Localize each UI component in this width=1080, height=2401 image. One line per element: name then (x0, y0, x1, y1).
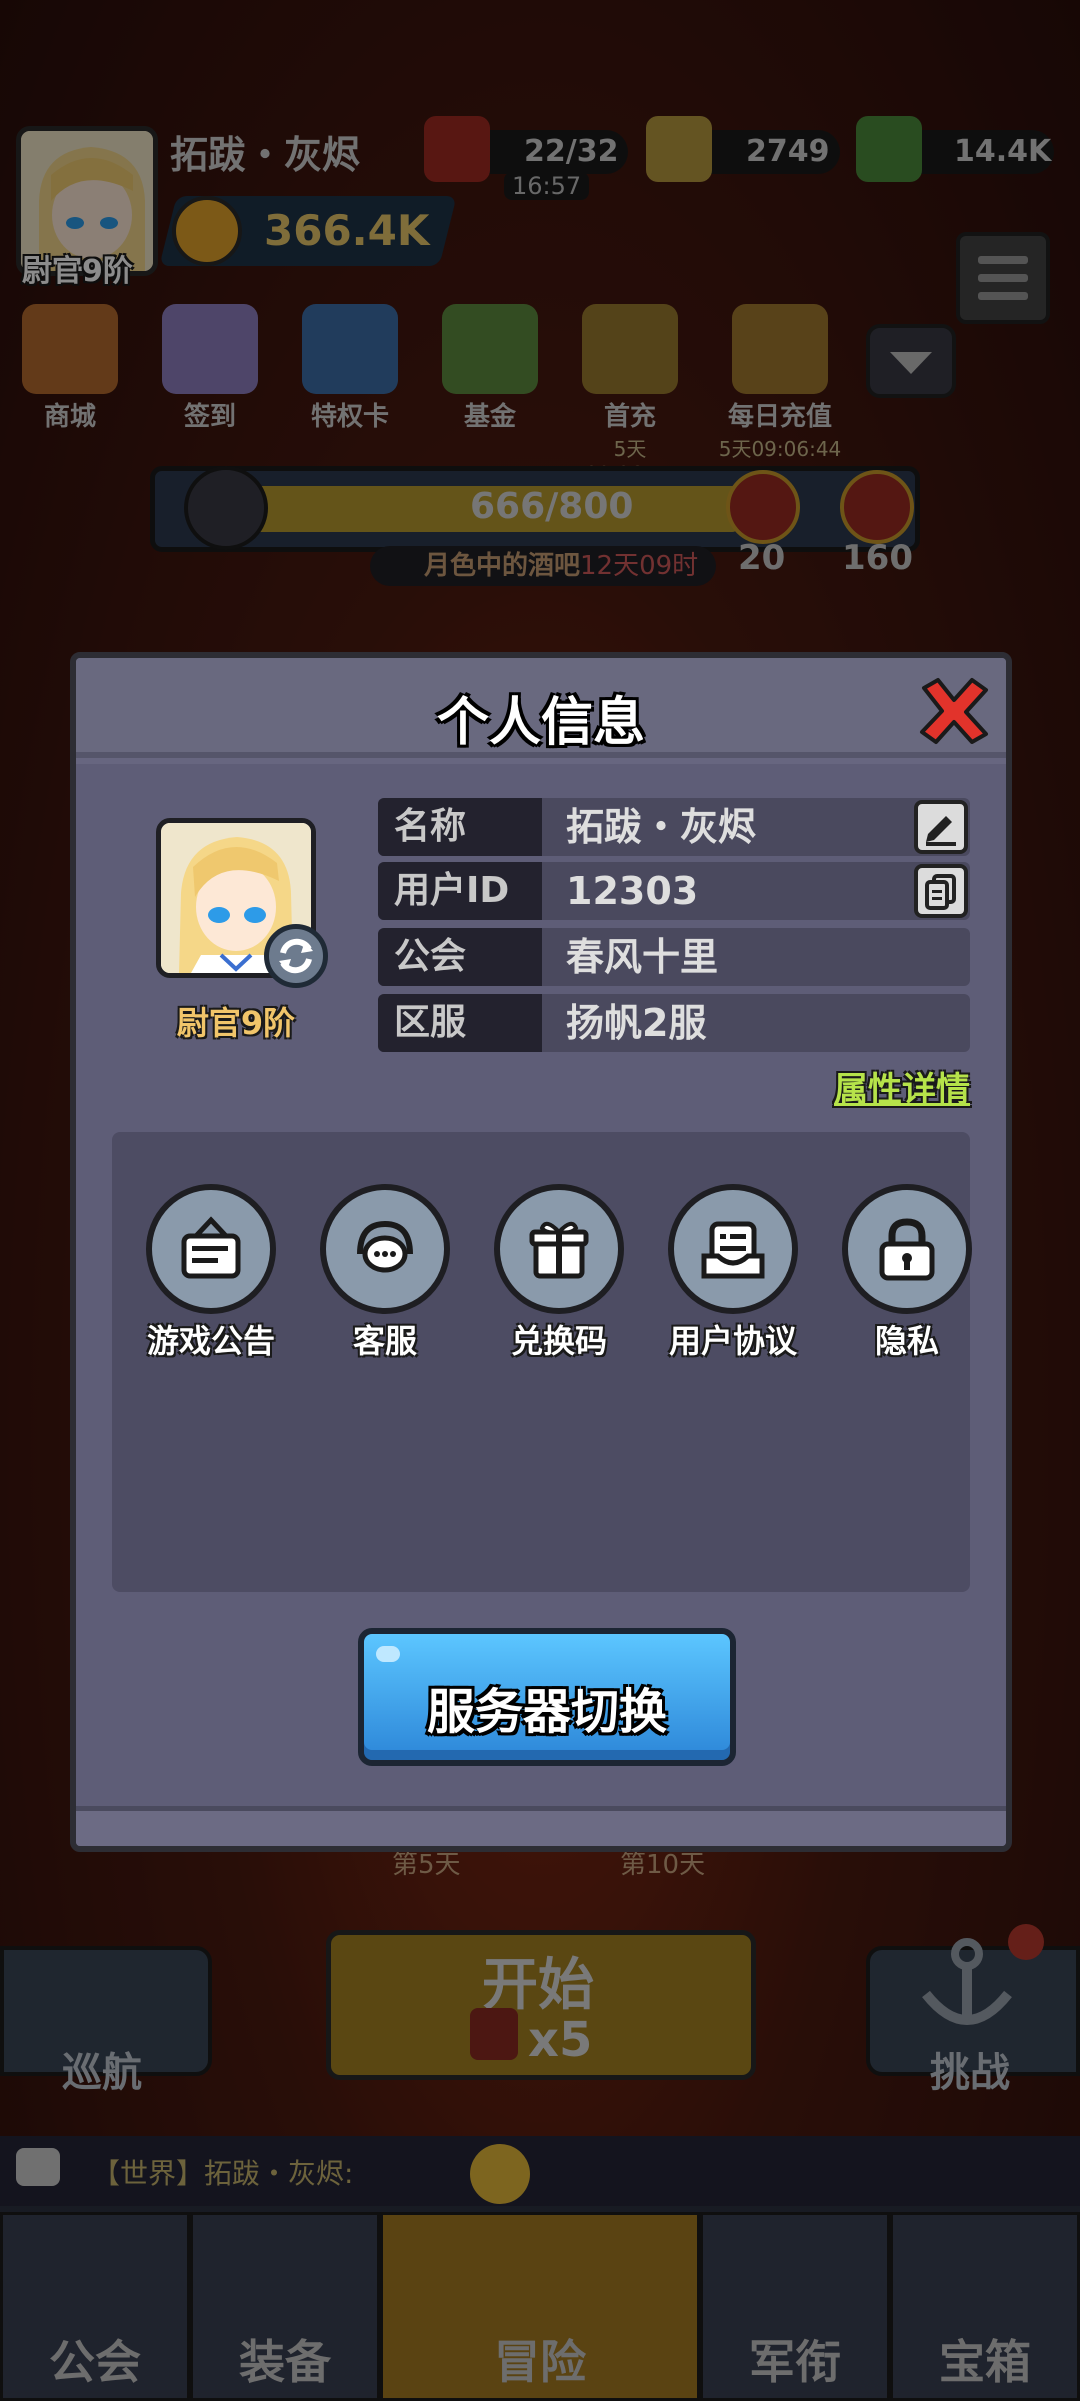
close-icon (920, 678, 988, 744)
close-button[interactable] (916, 676, 992, 746)
user-agreement-icon (701, 1221, 765, 1279)
server-switch-button[interactable]: 服务器切换 (358, 1628, 736, 1766)
info-row-name: 名称 拓跋・灰烬 (378, 798, 970, 856)
info-value: 春风十里 (566, 935, 719, 979)
dialog-footer (76, 1806, 1006, 1846)
announcement-label: 游戏公告 (146, 1322, 275, 1360)
info-value: 12303 (566, 869, 699, 913)
dialog-header: 个人信息 (76, 658, 1006, 758)
info-row-user-id: 用户ID 12303 (378, 862, 970, 920)
info-row-server: 区服 扬帆2服 (378, 994, 970, 1052)
server-switch-label: 服务器切换 (426, 1684, 667, 1740)
profile-dialog: 个人信息 尉官9阶 名称 拓跋・灰烬 用户ID 12303 公会 春风十里 区服… (70, 652, 1012, 1852)
attribute-details-link[interactable]: 属性详情 (834, 1062, 970, 1111)
info-key: 用户ID (378, 862, 542, 920)
user-agreement-label: 用户协议 (668, 1322, 797, 1360)
info-key: 公会 (378, 928, 542, 986)
refresh-icon (279, 938, 313, 974)
edit-name-button[interactable] (914, 800, 968, 854)
info-row-guild: 公会 春风十里 (378, 928, 970, 986)
copy-id-button[interactable] (914, 864, 968, 918)
info-value: 扬帆2服 (566, 1001, 707, 1045)
info-key: 名称 (378, 798, 542, 856)
customer-service-label: 客服 (352, 1322, 417, 1360)
announcement-button[interactable]: 游戏公告 (126, 1184, 296, 1362)
privacy-button[interactable]: 隐私 (822, 1184, 992, 1362)
edit-icon (926, 816, 956, 846)
profile-rank: 尉官9阶 (176, 1004, 296, 1042)
swap-avatar-button[interactable] (264, 924, 328, 988)
options-panel: 游戏公告 客服 兑换码 用户协议 隐私 (112, 1132, 972, 1592)
gift-code-icon (529, 1221, 589, 1279)
lock-icon (879, 1218, 935, 1281)
customer-service-button[interactable]: 客服 (300, 1184, 470, 1362)
info-value: 拓跋・灰烬 (566, 805, 757, 849)
button-shine (376, 1646, 400, 1662)
dialog-title: 个人信息 (436, 693, 645, 753)
redeem-code-button[interactable]: 兑换码 (474, 1184, 644, 1362)
privacy-label: 隐私 (874, 1322, 939, 1360)
copy-icon (925, 874, 956, 910)
user-agreement-button[interactable]: 用户协议 (648, 1184, 818, 1362)
customer-service-icon (357, 1220, 413, 1273)
info-key: 区服 (378, 994, 542, 1052)
redeem-code-label: 兑换码 (510, 1322, 607, 1360)
announcement-icon (181, 1216, 241, 1279)
